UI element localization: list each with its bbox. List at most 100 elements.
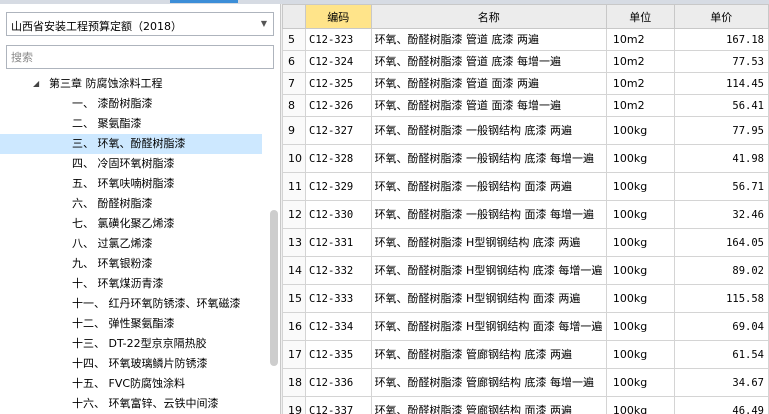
tree-node-section[interactable]: 十六、 环氧富锌、云铁中间漆	[0, 394, 262, 414]
code-cell[interactable]: C12-323	[305, 28, 372, 51]
table-row[interactable]: 5 C12-323 环氧、酚醛树脂漆 管道 底漆 两遍 10m2 167.18	[282, 28, 769, 51]
price-cell[interactable]: 69.04	[673, 312, 769, 341]
unit-cell[interactable]: 10m2	[605, 94, 675, 117]
row-index-cell[interactable]: 12	[282, 200, 306, 229]
row-index-cell[interactable]: 6	[282, 50, 306, 73]
table-row[interactable]: 16 C12-334 环氧、酚醛树脂漆 H型钢钢结构 面漆 每增一遍 100kg 69.…	[282, 312, 769, 341]
row-index-cell[interactable]: 14	[282, 256, 306, 285]
table-row[interactable]: 13 C12-331 环氧、酚醛树脂漆 H型钢钢结构 底漆 两遍 100kg 164.0…	[282, 228, 769, 257]
code-cell[interactable]: C12-337	[305, 396, 372, 414]
row-index-cell[interactable]: 11	[282, 172, 306, 201]
name-cell[interactable]: 环氧、酚醛树脂漆 管廊钢结构 底漆 每增一遍	[370, 368, 607, 397]
unit-cell[interactable]: 100kg	[605, 340, 675, 369]
price-cell[interactable]: 46.49	[673, 396, 769, 414]
table-row[interactable]: 11 C12-329 环氧、酚醛树脂漆 一般钢结构 面漆 两遍 100kg 56.71	[282, 172, 769, 201]
code-cell[interactable]: C12-325	[305, 72, 372, 95]
price-cell[interactable]: 34.67	[673, 368, 769, 397]
price-cell[interactable]: 114.45	[673, 72, 769, 95]
tree-node-section[interactable]: 十二、 弹性聚氨酯漆	[0, 314, 262, 334]
col-header-index[interactable]	[282, 4, 306, 29]
code-cell[interactable]: C12-328	[305, 144, 372, 173]
price-cell[interactable]: 41.98	[673, 144, 769, 173]
table-row[interactable]: 8 C12-326 环氧、酚醛树脂漆 管道 面漆 每增一遍 10m2 56.41	[282, 94, 769, 117]
tree-node-section[interactable]: 七、 氯磺化聚乙烯漆	[0, 214, 262, 234]
price-cell[interactable]: 56.41	[673, 94, 769, 117]
row-index-cell[interactable]: 17	[282, 340, 306, 369]
row-index-cell[interactable]: 10	[282, 144, 306, 173]
table-row[interactable]: 14 C12-332 环氧、酚醛树脂漆 H型钢钢结构 底漆 每增一遍 100kg 89.…	[282, 256, 769, 285]
name-cell[interactable]: 环氧、酚醛树脂漆 管道 面漆 两遍	[370, 72, 607, 95]
unit-cell[interactable]: 100kg	[605, 256, 675, 285]
name-cell[interactable]: 环氧、酚醛树脂漆 管廊钢结构 面漆 两遍	[370, 396, 607, 414]
tree-node-section[interactable]: 十四、 环氧玻璃鳞片防锈漆	[0, 354, 262, 374]
price-cell[interactable]: 56.71	[673, 172, 769, 201]
tree-node-section[interactable]: 一、 漆酚树脂漆	[0, 94, 262, 114]
chevron-down-icon[interactable]: ▼	[261, 19, 267, 28]
row-index-cell[interactable]: 13	[282, 228, 306, 257]
code-cell[interactable]: C12-330	[305, 200, 372, 229]
code-cell[interactable]: C12-334	[305, 312, 372, 341]
unit-cell[interactable]: 100kg	[605, 172, 675, 201]
table-row[interactable]: 15 C12-333 环氧、酚醛树脂漆 H型钢钢结构 面漆 两遍 100kg 115.5…	[282, 284, 769, 313]
table-row[interactable]: 6 C12-324 环氧、酚醛树脂漆 管道 底漆 每增一遍 10m2 77.53	[282, 50, 769, 73]
code-cell[interactable]: C12-329	[305, 172, 372, 201]
tree-node-section[interactable]: 五、 环氧呋喃树脂漆	[0, 174, 262, 194]
price-cell[interactable]: 167.18	[673, 28, 769, 51]
table-row[interactable]: 9 C12-327 环氧、酚醛树脂漆 一般钢结构 底漆 两遍 100kg 77.95	[282, 116, 769, 145]
tree-node-section[interactable]: 十五、 FVC防腐蚀涂料	[0, 374, 262, 394]
col-header-price[interactable]: 单价	[673, 4, 769, 29]
col-header-code[interactable]: 编码	[305, 4, 372, 29]
unit-cell[interactable]: 100kg	[605, 200, 675, 229]
tree-scrollbar-thumb[interactable]	[270, 210, 278, 366]
code-cell[interactable]: C12-333	[305, 284, 372, 313]
name-cell[interactable]: 环氧、酚醛树脂漆 H型钢钢结构 底漆 两遍	[370, 228, 607, 257]
row-index-cell[interactable]: 18	[282, 368, 306, 397]
name-cell[interactable]: 环氧、酚醛树脂漆 H型钢钢结构 面漆 两遍	[370, 284, 607, 313]
price-cell[interactable]: 164.05	[673, 228, 769, 257]
search-input[interactable]	[11, 47, 269, 67]
code-cell[interactable]: C12-327	[305, 116, 372, 145]
price-cell[interactable]: 89.02	[673, 256, 769, 285]
code-cell[interactable]: C12-335	[305, 340, 372, 369]
quota-select[interactable]: 山西省安装工程预算定额（2018） ▼	[6, 12, 274, 36]
unit-cell[interactable]: 100kg	[605, 368, 675, 397]
name-cell[interactable]: 环氧、酚醛树脂漆 一般钢结构 底漆 两遍	[370, 116, 607, 145]
tree-node-section[interactable]: 十三、 DT-22型京京隔热胶	[0, 334, 262, 354]
code-cell[interactable]: C12-332	[305, 256, 372, 285]
tree-node-section[interactable]: 八、 过氯乙烯漆	[0, 234, 262, 254]
table-row[interactable]: 10 C12-328 环氧、酚醛树脂漆 一般钢结构 底漆 每增一遍 100kg 41.9…	[282, 144, 769, 173]
tree-node-chapter[interactable]: ◢ 第三章 防腐蚀涂料工程	[0, 74, 262, 94]
col-header-unit[interactable]: 单位	[605, 4, 675, 29]
name-cell[interactable]: 环氧、酚醛树脂漆 管廊钢结构 底漆 两遍	[370, 340, 607, 369]
table-row[interactable]: 17 C12-335 环氧、酚醛树脂漆 管廊钢结构 底漆 两遍 100kg 61.54	[282, 340, 769, 369]
unit-cell[interactable]: 10m2	[605, 50, 675, 73]
row-index-cell[interactable]: 16	[282, 312, 306, 341]
unit-cell[interactable]: 100kg	[605, 116, 675, 145]
tree-node-section[interactable]: 十、 环氧煤沥青漆	[0, 274, 262, 294]
unit-cell[interactable]: 100kg	[605, 312, 675, 341]
row-index-cell[interactable]: 9	[282, 116, 306, 145]
price-cell[interactable]: 61.54	[673, 340, 769, 369]
tree-node-section[interactable]: 四、 冷固环氧树脂漆	[0, 154, 262, 174]
table-row[interactable]: 7 C12-325 环氧、酚醛树脂漆 管道 面漆 两遍 10m2 114.45	[282, 72, 769, 95]
code-cell[interactable]: C12-324	[305, 50, 372, 73]
code-cell[interactable]: C12-331	[305, 228, 372, 257]
tree-node-section[interactable]: 十一、 红丹环氧防锈漆、环氧磁漆	[0, 294, 262, 314]
tree-node-section[interactable]: 二、 聚氨酯漆	[0, 114, 262, 134]
row-index-cell[interactable]: 19	[282, 396, 306, 414]
unit-cell[interactable]: 100kg	[605, 144, 675, 173]
name-cell[interactable]: 环氧、酚醛树脂漆 H型钢钢结构 底漆 每增一遍	[370, 256, 607, 285]
unit-cell[interactable]: 10m2	[605, 72, 675, 95]
tree-node-section[interactable]: 三、 环氧、酚醛树脂漆	[0, 134, 262, 154]
col-header-name[interactable]: 名称	[370, 4, 607, 29]
table-row[interactable]: 18 C12-336 环氧、酚醛树脂漆 管廊钢结构 底漆 每增一遍 100kg 34.6…	[282, 368, 769, 397]
name-cell[interactable]: 环氧、酚醛树脂漆 一般钢结构 底漆 每增一遍	[370, 144, 607, 173]
collapse-triangle-icon[interactable]: ◢	[33, 74, 39, 94]
name-cell[interactable]: 环氧、酚醛树脂漆 管道 底漆 两遍	[370, 28, 607, 51]
search-box[interactable]	[6, 45, 274, 69]
unit-cell[interactable]: 100kg	[605, 396, 675, 414]
name-cell[interactable]: 环氧、酚醛树脂漆 H型钢钢结构 面漆 每增一遍	[370, 312, 607, 341]
unit-cell[interactable]: 100kg	[605, 228, 675, 257]
row-index-cell[interactable]: 7	[282, 72, 306, 95]
unit-cell[interactable]: 100kg	[605, 284, 675, 313]
